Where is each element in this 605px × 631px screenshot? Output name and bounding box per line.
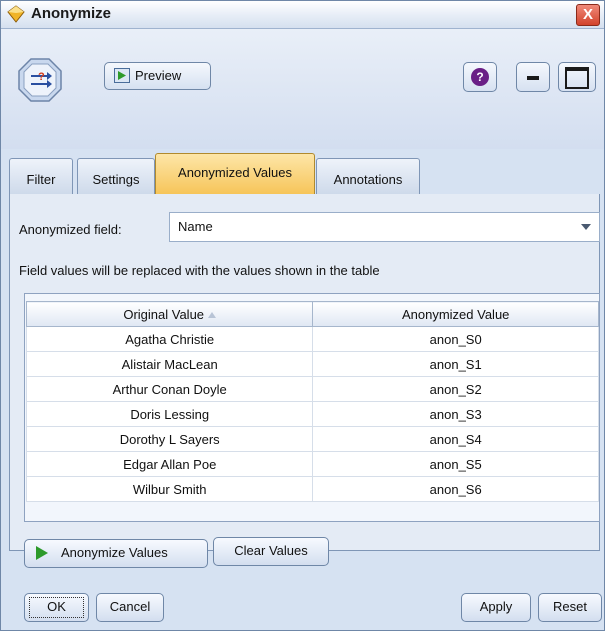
column-header-label: Anonymized Value — [401, 306, 510, 322]
anonymize-values-button[interactable]: Anonymize Values — [24, 539, 208, 568]
tab-annotations[interactable]: Annotations — [316, 158, 420, 195]
values-table: Original Value Anonymized Value Agatha C… — [25, 301, 599, 502]
minimize-button[interactable] — [516, 62, 550, 92]
tab-filter-label: Filter — [26, 172, 56, 187]
original-value-cell: Agatha Christie — [25, 326, 314, 352]
focus-ring: OK — [29, 597, 84, 618]
info-text: Field values will be replaced with the v… — [19, 263, 380, 278]
preview-icon — [114, 68, 130, 83]
tab-anonymized-values[interactable]: Anonymized Values — [155, 153, 315, 196]
tab-settings-label: Settings — [92, 172, 140, 187]
table-row[interactable]: Wilbur Smith anon_S6 — [25, 476, 599, 502]
dialog-window: Anonymize X ? Preview ? Filter Settings … — [0, 0, 605, 631]
anonymized-value-cell[interactable]: anon_S4 — [312, 426, 599, 452]
diamond-node-icon — [7, 5, 25, 23]
original-value-cell: Alistair MacLean — [25, 351, 314, 377]
apply-label: Apply — [479, 599, 513, 614]
original-value-cell: Doris Lessing — [25, 401, 314, 427]
play-icon — [36, 546, 48, 560]
anonymized-value-cell[interactable]: anon_S2 — [312, 376, 599, 402]
table-row[interactable]: Edgar Allan Poe anon_S5 — [25, 451, 599, 477]
anonymized-field-select[interactable]: Name — [169, 212, 600, 242]
anonymized-value-cell[interactable]: anon_S1 — [312, 351, 599, 377]
table-row[interactable]: Agatha Christie anon_S0 — [25, 326, 599, 352]
anonymized-field-value: Name — [178, 219, 213, 234]
original-value-cell: Wilbur Smith — [25, 476, 314, 502]
tab-filter[interactable]: Filter — [9, 158, 73, 195]
reset-button[interactable]: Reset — [538, 593, 602, 622]
table-row[interactable]: Arthur Conan Doyle anon_S2 — [25, 376, 599, 402]
values-table-container: Original Value Anonymized Value Agatha C… — [24, 293, 600, 522]
column-header-original-value[interactable]: Original Value — [25, 301, 314, 327]
original-value-cell: Arthur Conan Doyle — [25, 376, 314, 402]
anonymized-value-cell[interactable]: anon_S3 — [312, 401, 599, 427]
sort-ascending-icon — [208, 311, 217, 318]
help-icon: ? — [471, 68, 489, 86]
svg-text:?: ? — [38, 71, 45, 83]
cancel-button[interactable]: Cancel — [96, 593, 164, 622]
anonymized-field-label: Anonymized field: — [19, 222, 122, 237]
tab-anonymized-values-label: Anonymized Values — [178, 165, 292, 180]
original-value-cell: Dorothy L Sayers — [25, 426, 314, 452]
minimize-icon — [527, 76, 539, 80]
tab-settings[interactable]: Settings — [77, 158, 155, 195]
close-button[interactable]: X — [576, 4, 600, 26]
anonymized-value-cell[interactable]: anon_S6 — [312, 476, 599, 502]
anonymize-node-icon: ? — [18, 58, 62, 102]
anonymized-value-cell[interactable]: anon_S5 — [312, 451, 599, 477]
anonymize-values-label: Anonymize Values — [61, 545, 168, 560]
ok-label: OK — [47, 599, 66, 614]
column-header-anonymized-value[interactable]: Anonymized Value — [312, 301, 599, 327]
table-header-row: Original Value Anonymized Value — [25, 301, 599, 327]
help-button[interactable]: ? — [463, 62, 497, 92]
table-row[interactable]: Dorothy L Sayers anon_S4 — [25, 426, 599, 452]
maximize-button[interactable] — [558, 62, 596, 92]
original-value-cell: Edgar Allan Poe — [25, 451, 314, 477]
maximize-icon — [565, 67, 589, 89]
close-icon: X — [582, 6, 593, 23]
table-row[interactable]: Alistair MacLean anon_S1 — [25, 351, 599, 377]
toolbar-area — [1, 29, 604, 149]
table-row[interactable]: Doris Lessing anon_S3 — [25, 401, 599, 427]
column-header-label: Original Value — [123, 306, 205, 322]
window-title: Anonymize — [31, 5, 112, 22]
reset-label: Reset — [553, 599, 587, 614]
clear-values-label: Clear Values — [234, 543, 308, 558]
title-bar[interactable]: Anonymize X — [1, 1, 604, 29]
tab-annotations-label: Annotations — [333, 172, 403, 187]
chevron-down-icon — [581, 224, 591, 230]
cancel-label: Cancel — [109, 599, 151, 614]
ok-button[interactable]: OK — [24, 593, 89, 622]
preview-label: Preview — [135, 68, 182, 83]
anonymized-value-cell[interactable]: anon_S0 — [312, 326, 599, 352]
clear-values-button[interactable]: Clear Values — [213, 537, 329, 566]
apply-button[interactable]: Apply — [461, 593, 531, 622]
preview-button[interactable]: Preview — [104, 62, 211, 90]
